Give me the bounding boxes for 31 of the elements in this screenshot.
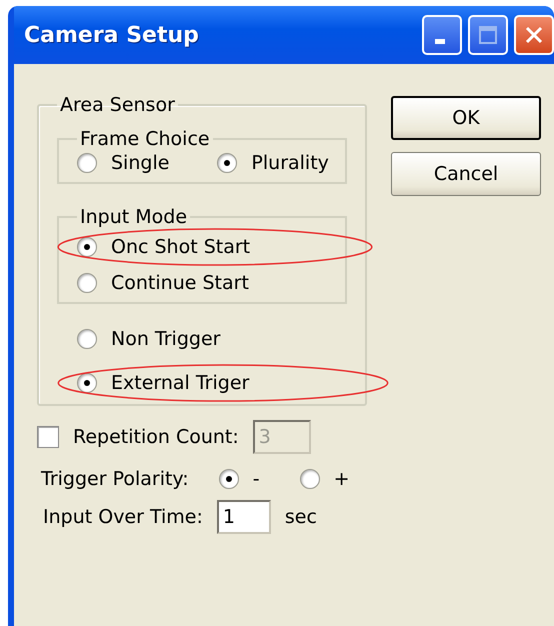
- radio-button[interactable]: [300, 469, 320, 489]
- maximize-button[interactable]: [468, 15, 508, 55]
- group-title: Frame Choice: [79, 128, 211, 150]
- group-title: Area Sensor: [59, 94, 176, 116]
- radio-button[interactable]: [77, 153, 97, 173]
- radio-option[interactable]: Continue Start: [77, 272, 249, 294]
- unit-label: sec: [284, 506, 317, 528]
- window-title: Camera Setup: [24, 22, 200, 48]
- close-icon: [524, 25, 544, 45]
- field-label: Input Over Time:: [43, 506, 203, 528]
- radio-button[interactable]: [217, 153, 238, 173]
- field-label: Repetition Count:: [73, 426, 239, 448]
- minimize-icon: [435, 38, 445, 44]
- radio-button[interactable]: [77, 329, 97, 349]
- radio-option[interactable]: -: [218, 468, 260, 490]
- radio-option[interactable]: Non Trigger: [77, 328, 220, 350]
- input-field[interactable]: 1: [216, 500, 271, 534]
- radio-option[interactable]: Plurality: [217, 152, 329, 174]
- close-button[interactable]: [514, 15, 554, 55]
- maximize-icon: [478, 25, 498, 45]
- dialog-button[interactable]: OK: [391, 96, 541, 140]
- radio-option[interactable]: Single: [77, 152, 170, 174]
- minimize-button[interactable]: [422, 15, 462, 55]
- radio-button[interactable]: [77, 237, 97, 257]
- radio-option[interactable]: +: [300, 468, 350, 490]
- field-label: Trigger Polarity:: [41, 468, 189, 490]
- radio-button[interactable]: [77, 373, 97, 393]
- group-title: Input Mode: [79, 206, 188, 228]
- radio-button[interactable]: [218, 469, 239, 489]
- dialog-button[interactable]: Cancel: [391, 152, 541, 196]
- radio-button[interactable]: [77, 273, 97, 293]
